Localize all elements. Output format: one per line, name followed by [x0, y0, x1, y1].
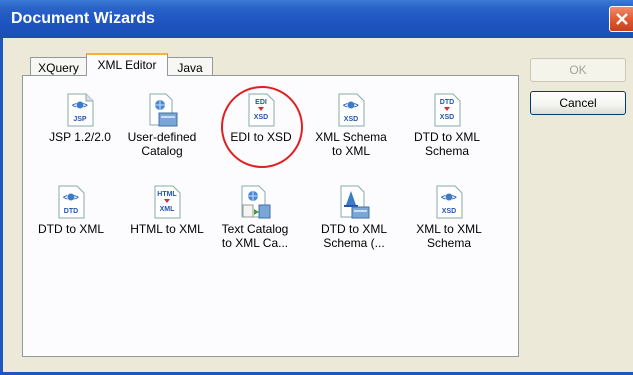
cancel-button[interactable]: Cancel — [530, 91, 626, 115]
catalog-folder-icon — [146, 93, 178, 127]
wizard-label: EDI to XSD — [230, 130, 292, 144]
svg-text:>: > — [452, 193, 457, 202]
cancel-label: Cancel — [559, 96, 597, 110]
svg-text:<: < — [441, 193, 446, 202]
wizard-user-defined-catalog[interactable]: User-defined Catalog — [117, 93, 207, 165]
svg-text:<: < — [72, 101, 77, 110]
tab-xquery[interactable]: XQuery — [30, 57, 87, 77]
svg-text:<: < — [343, 101, 348, 110]
svg-text:XSD: XSD — [440, 114, 454, 121]
wizard-label: HTML to XML — [130, 222, 204, 236]
svg-text:JSP: JSP — [73, 116, 87, 123]
document-wizards-dialog: Document Wizards XQuery XML Editor Java … — [0, 0, 633, 375]
svg-text:>: > — [354, 101, 359, 110]
xml-to-xsd-icon: < > XSD — [433, 185, 465, 219]
dtd-to-xsd-icon: DTD XSD — [431, 93, 463, 127]
title-bar[interactable]: Document Wizards — [0, 0, 633, 38]
schema-folder-icon — [338, 185, 370, 219]
svg-text:EDI: EDI — [255, 99, 267, 106]
text-catalog-icon — [239, 185, 271, 219]
wizard-jsp[interactable]: < > JSP JSP 1.2/2.0 — [35, 93, 125, 165]
wizard-label: User-defined Catalog — [127, 130, 197, 158]
jsp-doc-icon: < > JSP — [64, 93, 96, 127]
svg-text:XML: XML — [160, 206, 176, 213]
wizard-xml-schema-to-xml[interactable]: < > XSD XML Schema to XML — [306, 93, 396, 165]
tab-label: XML Editor — [97, 58, 157, 72]
window-frame-left — [0, 38, 3, 375]
dtd-doc-icon: < > DTD — [55, 185, 87, 219]
tab-label: Java — [177, 61, 203, 75]
tab-label: XQuery — [38, 61, 79, 75]
svg-text:XSD: XSD — [344, 116, 358, 123]
wizard-html-to-xml[interactable]: HTML XML HTML to XML — [122, 185, 212, 257]
svg-text:DTD: DTD — [64, 208, 78, 215]
close-button[interactable] — [609, 6, 633, 32]
window-title: Document Wizards — [11, 10, 155, 27]
ok-button[interactable]: OK — [530, 58, 626, 82]
svg-text:>: > — [74, 193, 79, 202]
wizard-dtd-to-xml-schema-folder[interactable]: DTD to XML Schema (... — [309, 185, 399, 257]
wizard-label: Text Catalog to XML Ca... — [221, 222, 289, 250]
svg-text:XSD: XSD — [254, 114, 268, 121]
ok-label: OK — [569, 63, 587, 77]
tab-xml-editor[interactable]: XML Editor — [86, 53, 168, 76]
wizard-dtd-to-xml[interactable]: < > DTD DTD to XML — [26, 185, 116, 257]
tab-java[interactable]: Java — [167, 57, 213, 77]
wizard-label: DTD to XML Schema — [413, 130, 480, 158]
svg-text:<: < — [63, 193, 68, 202]
edi-to-xsd-icon: EDI XSD — [245, 93, 277, 127]
svg-text:DTD: DTD — [440, 99, 454, 106]
close-icon — [616, 13, 628, 25]
svg-text:>: > — [83, 101, 88, 110]
xsd-doc-icon: < > XSD — [335, 93, 367, 127]
wizard-dtd-to-xml-schema[interactable]: DTD XSD DTD to XML Schema — [402, 93, 492, 165]
wizard-edi-to-xsd[interactable]: EDI XSD EDI to XSD — [216, 93, 306, 165]
wizard-label: DTD to XML — [37, 222, 104, 236]
wizard-label: XML to XML Schema — [416, 222, 482, 250]
wizard-label: JSP 1.2/2.0 — [49, 130, 111, 144]
wizard-text-catalog-to-xml[interactable]: Text Catalog to XML Ca... — [210, 185, 300, 257]
svg-text:XSD: XSD — [442, 208, 456, 215]
html-to-xml-icon: HTML XML — [151, 185, 183, 219]
wizard-xml-to-xml-schema[interactable]: < > XSD XML to XML Schema — [404, 185, 494, 257]
wizard-label: XML Schema to XML — [315, 130, 387, 158]
svg-text:HTML: HTML — [157, 191, 177, 198]
wizard-label: DTD to XML Schema (... — [320, 222, 387, 250]
